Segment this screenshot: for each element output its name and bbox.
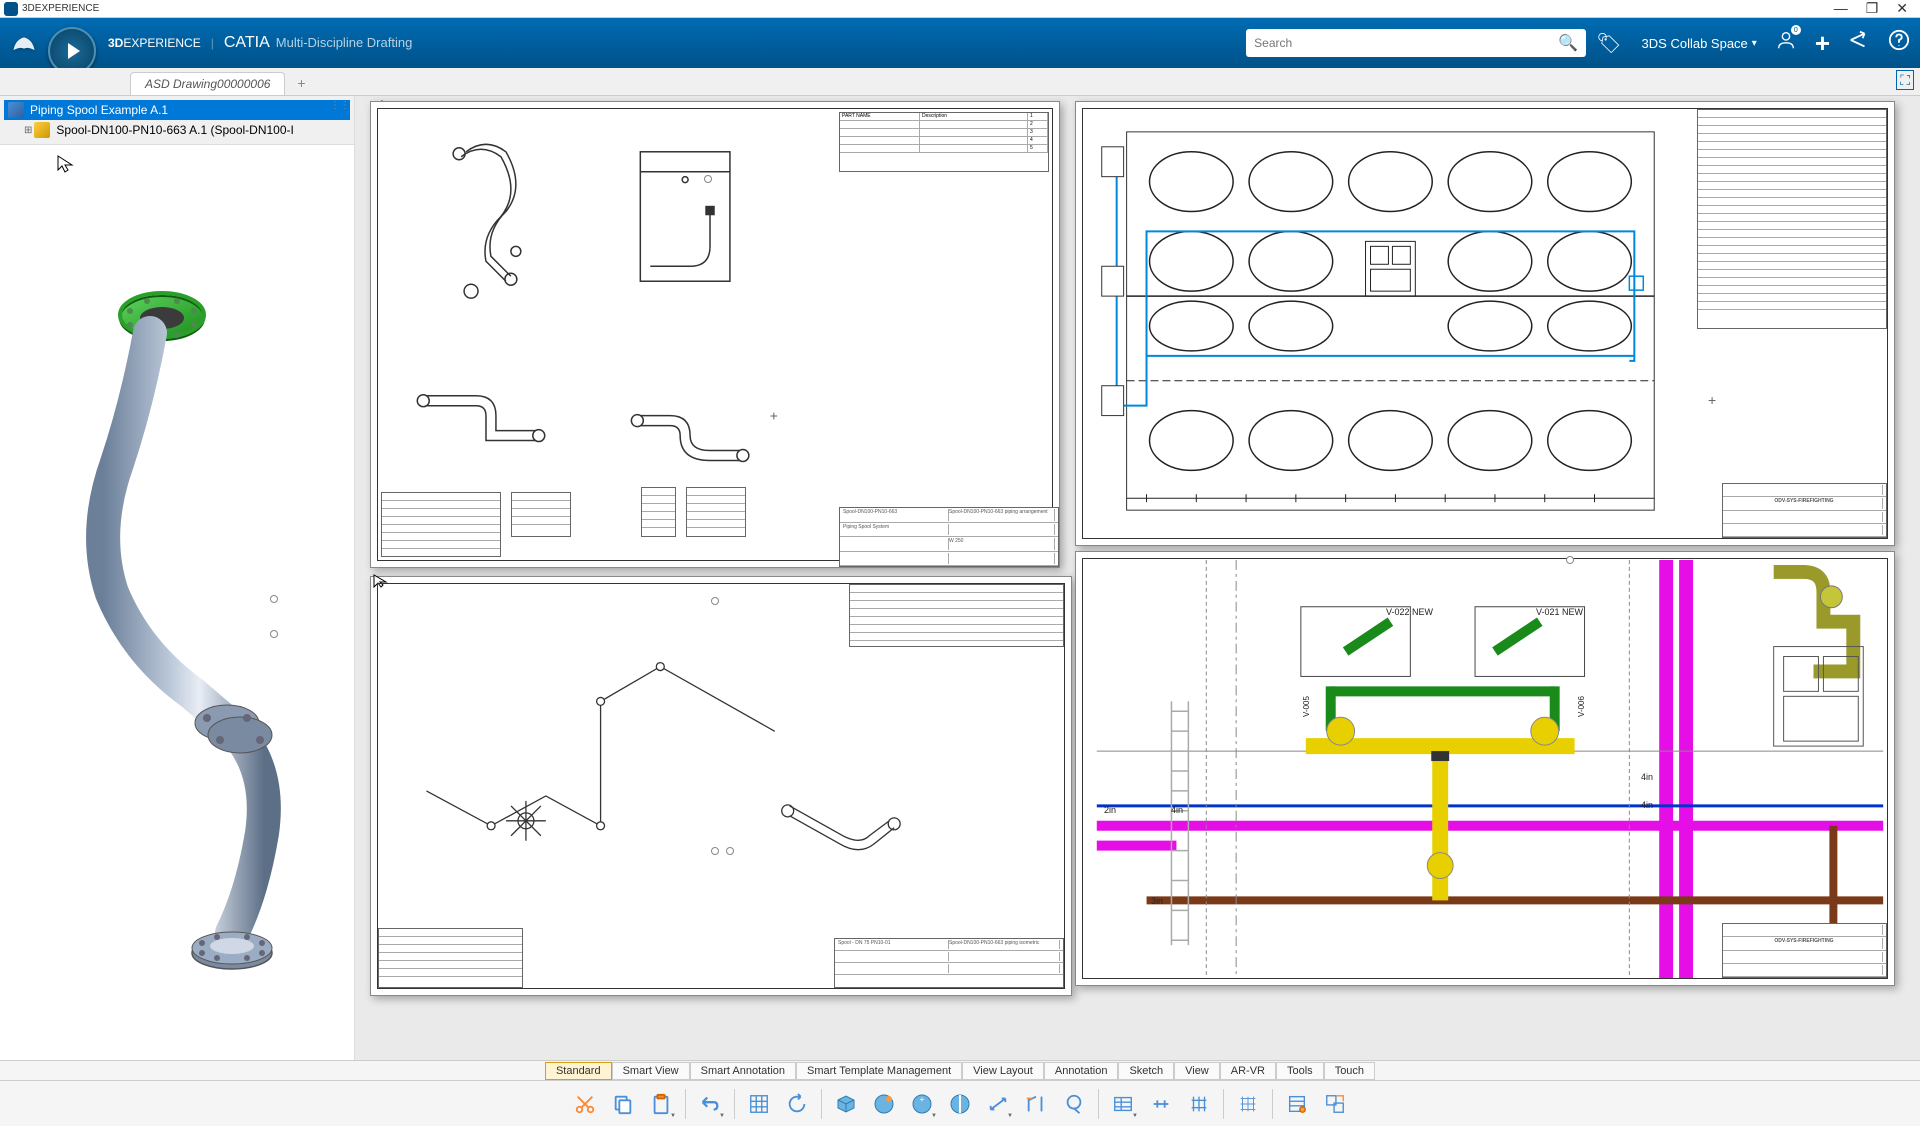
drawing-sheet-4[interactable]: V-022 NEW V-021 NEW V-005 V-006 V-011 2i…	[1075, 551, 1895, 986]
section-view-button[interactable]	[942, 1086, 978, 1122]
tree: ⋮⋮ Piping Spool Example A.1 ⊞ Spool-DN10…	[0, 96, 354, 145]
chamfer-dim-button[interactable]	[1018, 1086, 1054, 1122]
search-icon[interactable]: 🔍	[1558, 33, 1578, 53]
valve-label-1: V-022 NEW	[1386, 607, 1433, 617]
brand-3d: 3D	[108, 36, 123, 50]
tab-standard[interactable]: Standard	[545, 1062, 612, 1080]
axis-button[interactable]	[1143, 1086, 1179, 1122]
title-block-1: Spool-DN100-PN10-663Spool-DN100-PN10-663…	[839, 507, 1059, 567]
expand-icon[interactable]: ⊞	[24, 125, 32, 136]
collab-space-dropdown[interactable]: 3DS Collab Space ▾	[1642, 36, 1757, 51]
table-button[interactable]: ▼	[1105, 1086, 1141, 1122]
close-button[interactable]: ✕	[1896, 0, 1908, 17]
front-view-button[interactable]	[828, 1086, 864, 1122]
add-tab-button[interactable]: +	[289, 71, 313, 95]
export-button[interactable]	[1317, 1086, 1353, 1122]
icon-toolbar: ▼ ▼ +▼ ▼ ▼	[0, 1080, 1920, 1126]
bottom-toolbar: Standard Smart View Smart Annotation Sma…	[0, 1060, 1920, 1080]
dim-3in: 3in	[1151, 896, 1163, 906]
user-icon[interactable]: 0	[1775, 29, 1797, 57]
tab-smart-view[interactable]: Smart View	[612, 1062, 690, 1080]
brand-catia: CATIA	[224, 34, 270, 52]
grid-button[interactable]	[1230, 1086, 1266, 1122]
header: 3DEXPERIENCE | CATIA Multi-Discipline Dr…	[0, 18, 1920, 68]
window-titlebar: 3DEXPERIENCE — ❐ ✕	[0, 0, 1920, 18]
tree-root-label: Piping Spool Example A.1	[28, 102, 170, 118]
drawing-sheet-3[interactable]: + ODV-SYS-FIREFIGHTING	[1075, 101, 1895, 546]
update-button[interactable]	[779, 1086, 815, 1122]
drawing-area[interactable]: + PART NAMEDescription1 2 3 4 5	[355, 96, 1920, 1060]
title-block-2: Spool - DN 75 PN10-01Spool-DN100-PN10-66…	[834, 938, 1064, 988]
tab-view-layout[interactable]: View Layout	[962, 1062, 1044, 1080]
copy-button[interactable]	[605, 1086, 641, 1122]
expand-button[interactable]: ⛶	[1896, 70, 1914, 90]
title-block-3: ODV-SYS-FIREFIGHTING	[1722, 483, 1887, 538]
dim-2in: 2in	[1104, 805, 1116, 815]
search-box[interactable]: 🔍	[1246, 29, 1586, 57]
cut-button[interactable]	[567, 1086, 603, 1122]
balloon-button[interactable]	[1056, 1086, 1092, 1122]
model-3d-view[interactable]	[0, 145, 354, 1060]
minimize-button[interactable]: —	[1834, 0, 1848, 17]
tab-smart-template[interactable]: Smart Template Management	[796, 1062, 962, 1080]
add-icon[interactable]: +	[1815, 28, 1830, 59]
ds-logo-icon	[4, 2, 18, 16]
tab-view[interactable]: View	[1174, 1062, 1220, 1080]
brand-experience: EXPERIENCE	[123, 36, 200, 50]
new-sheet-button[interactable]	[741, 1086, 777, 1122]
ds-compass-icon[interactable]	[10, 29, 38, 57]
main-content: ⋮⋮ Piping Spool Example A.1 ⊞ Spool-DN10…	[0, 96, 1920, 1060]
thread-button[interactable]	[1181, 1086, 1217, 1122]
document-tab[interactable]: ASD Drawing00000006	[130, 72, 285, 95]
tab-annotation[interactable]: Annotation	[1044, 1062, 1119, 1080]
brand-subtitle: Multi-Discipline Drafting	[276, 35, 413, 50]
tag-icon[interactable]: 🏷	[1596, 31, 1621, 56]
undo-button[interactable]: ▼	[692, 1086, 728, 1122]
v005-label: V-005	[1302, 696, 1311, 717]
tab-smart-annotation[interactable]: Smart Annotation	[690, 1062, 796, 1080]
drawing-sheet-2[interactable]: Spool - DN 75 PN10-01Spool-DN100-PN10-66…	[370, 576, 1072, 996]
title-block-4: ODV-SYS-FIREFIGHTING	[1722, 923, 1887, 978]
share-icon[interactable]	[1848, 29, 1870, 57]
dim-4in-b: 4in	[1641, 772, 1653, 782]
dim-4in-c: 4in	[1641, 800, 1653, 810]
search-input[interactable]	[1254, 36, 1558, 50]
brand-text: 3DEXPERIENCE | CATIA Multi-Discipline Dr…	[108, 34, 412, 52]
assembly-icon	[8, 102, 24, 118]
help-icon[interactable]	[1888, 29, 1910, 57]
left-panel: ⋮⋮ Piping Spool Example A.1 ⊞ Spool-DN10…	[0, 96, 355, 1060]
valve-label-2: V-021 NEW	[1536, 607, 1583, 617]
tab-arvr[interactable]: AR-VR	[1220, 1062, 1276, 1080]
drawing-sheet-1[interactable]: + PART NAMEDescription1 2 3 4 5	[370, 101, 1060, 568]
tab-sketch[interactable]: Sketch	[1118, 1062, 1174, 1080]
tabbar: ASD Drawing00000006 + ⛶	[0, 68, 1920, 96]
part-icon	[34, 122, 50, 138]
tree-root-item[interactable]: Piping Spool Example A.1	[4, 100, 350, 120]
bom-button[interactable]	[1279, 1086, 1315, 1122]
dimension-button[interactable]: ▼	[980, 1086, 1016, 1122]
maximize-button[interactable]: ❐	[1866, 0, 1879, 17]
dim-4in-a: 4in	[1171, 805, 1183, 815]
projection-view-button[interactable]: +▼	[904, 1086, 940, 1122]
collab-space-label: 3DS Collab Space	[1642, 36, 1748, 51]
v006-label: V-006	[1577, 696, 1586, 717]
tab-touch[interactable]: Touch	[1324, 1062, 1375, 1080]
tree-child-label: Spool-DN100-PN10-663 A.1 (Spool-DN100-I	[54, 122, 295, 138]
window-controls: — ❐ ✕	[1834, 0, 1916, 17]
window-title: 3DEXPERIENCE	[22, 3, 99, 14]
tab-tools[interactable]: Tools	[1276, 1062, 1324, 1080]
paste-button[interactable]: ▼	[643, 1086, 679, 1122]
isometric-view-button[interactable]	[866, 1086, 902, 1122]
tree-child-item[interactable]: ⊞ Spool-DN100-PN10-663 A.1 (Spool-DN100-…	[20, 120, 350, 140]
svg-text:+: +	[920, 1095, 925, 1104]
